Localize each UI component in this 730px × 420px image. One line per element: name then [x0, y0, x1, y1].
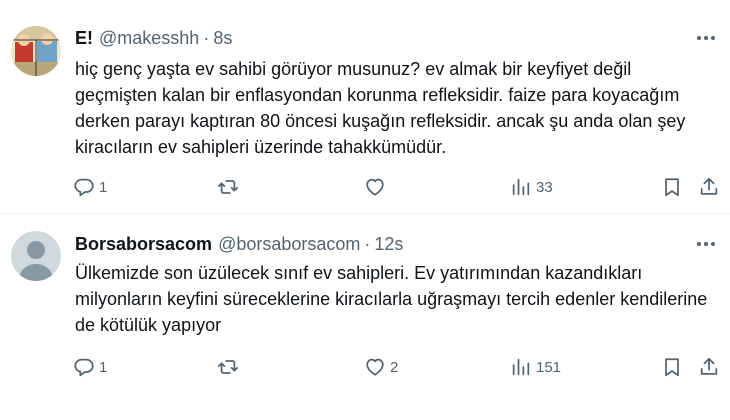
tweet-actions: 1 33 [70, 174, 720, 200]
display-name[interactable]: Borsaborsacom [75, 234, 212, 255]
reply-button[interactable]: 1 [73, 354, 107, 380]
tweet-header: Borsaborsacom @borsaborsacom · 12s [75, 232, 710, 256]
views-icon [512, 178, 530, 196]
user-handle[interactable]: @makesshh [99, 28, 199, 49]
views-count: 33 [536, 178, 553, 196]
tweet[interactable]: Borsaborsacom @borsaborsacom · 12s Ülkem… [0, 215, 730, 420]
share-icon [700, 357, 718, 375]
share-icon [700, 177, 718, 195]
tweet-text: hiç genç yaşta ev sahibi görüyor musunuz… [75, 59, 686, 157]
views-button[interactable]: 151 [510, 354, 561, 380]
user-handle[interactable]: @borsaborsacom [218, 234, 360, 255]
like-icon [366, 178, 384, 196]
repost-button[interactable] [217, 174, 243, 200]
views-icon [512, 358, 530, 376]
tweet-text: Ülkemizde son üzülecek sınıf ev sahipler… [75, 263, 708, 335]
repost-icon [217, 180, 239, 194]
tweet[interactable]: E! @makesshh · 8s hiç genç yaşta ev sahi… [0, 0, 730, 214]
more-icon[interactable] [694, 234, 718, 254]
views-button[interactable]: 33 [510, 174, 553, 200]
views-count: 151 [536, 358, 562, 376]
like-icon [366, 358, 384, 376]
cartoon-avatar-icon [11, 26, 61, 76]
reply-icon [74, 358, 94, 377]
more-icon[interactable] [694, 28, 718, 48]
tweet-header: E! @makesshh · 8s [75, 26, 710, 50]
separator-dot: · [364, 233, 371, 254]
avatar[interactable] [11, 26, 61, 76]
bookmark-button[interactable] [661, 354, 683, 380]
display-name[interactable]: E! [75, 28, 93, 49]
repost-icon [217, 360, 239, 374]
reply-count: 1 [99, 178, 108, 196]
share-button[interactable] [698, 354, 720, 380]
share-button[interactable] [698, 174, 720, 200]
bookmark-icon [665, 358, 679, 377]
default-profile-icon [11, 231, 61, 281]
like-button[interactable]: 2 [364, 354, 398, 380]
like-button[interactable] [364, 174, 390, 200]
reply-button[interactable]: 1 [73, 174, 107, 200]
bookmark-button[interactable] [661, 174, 683, 200]
tweet-actions: 1 2 151 [70, 354, 720, 380]
reply-icon [74, 178, 94, 197]
like-count: 2 [390, 358, 399, 376]
repost-button[interactable] [217, 354, 243, 380]
avatar[interactable] [11, 231, 61, 281]
timestamp[interactable]: 12s [374, 234, 403, 255]
bookmark-icon [665, 178, 679, 197]
separator-dot: · [203, 27, 210, 48]
timestamp[interactable]: 8s [213, 28, 232, 49]
reply-count: 1 [99, 358, 108, 376]
